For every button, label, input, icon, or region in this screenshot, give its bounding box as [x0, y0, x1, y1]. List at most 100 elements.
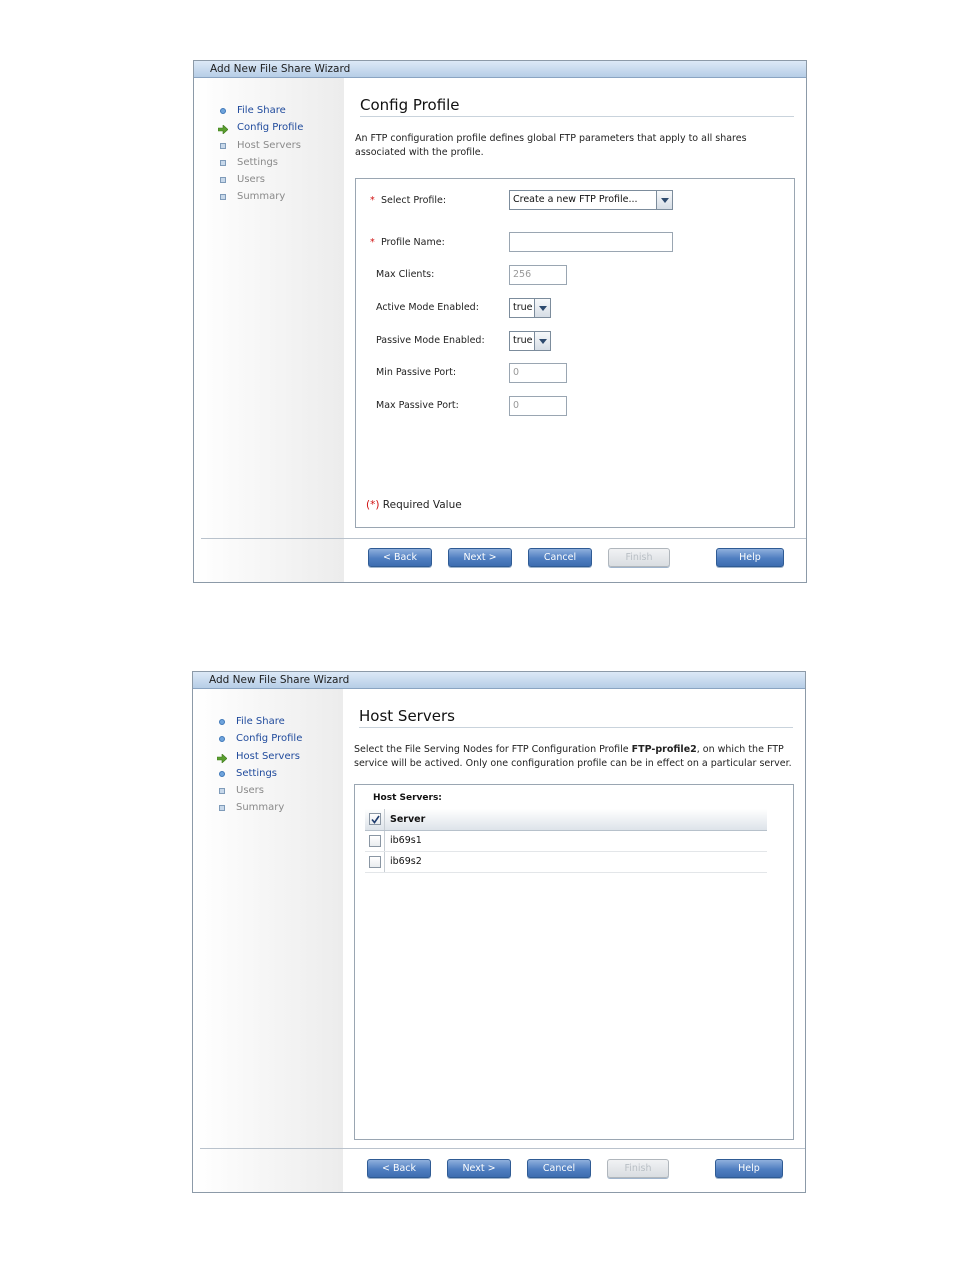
- wizard-title: Add New File Share Wizard: [194, 61, 806, 78]
- server-table: Server ib69s1 ib69s2: [365, 809, 767, 873]
- chevron-down-icon[interactable]: [534, 331, 551, 351]
- wizard-content: Config Profile An FTP configuration prof…: [345, 78, 806, 582]
- step-summary: Summary: [217, 799, 302, 816]
- step-label: Host Servers: [236, 750, 300, 762]
- host-servers-wizard: Add New File Share Wizard File Share Con…: [192, 671, 806, 1193]
- passive-mode-dropdown[interactable]: true: [509, 331, 551, 351]
- description-text: Select the File Serving Nodes for FTP Co…: [354, 744, 632, 755]
- row-checkbox-cell: [365, 852, 385, 872]
- table-row[interactable]: ib69s2: [365, 852, 767, 873]
- step-users: Users: [218, 171, 303, 188]
- max-passive-port-input[interactable]: 0: [509, 396, 567, 416]
- back-button[interactable]: < Back: [368, 548, 432, 567]
- wizard-steps: File Share Config Profile Host Servers S…: [217, 102, 304, 206]
- cancel-button[interactable]: Cancel: [527, 1159, 591, 1178]
- dot-icon: [220, 108, 226, 114]
- max-clients-label: Max Clients:: [376, 269, 435, 280]
- next-button[interactable]: Next >: [447, 1159, 511, 1178]
- step-label: Summary: [237, 191, 286, 203]
- profile-name-label: Profile Name:: [381, 237, 445, 248]
- wizard-title: Add New File Share Wizard: [193, 672, 805, 689]
- select-profile-dropdown[interactable]: Create a new FTP Profile...: [509, 190, 673, 210]
- step-config-profile[interactable]: Config Profile: [217, 119, 304, 136]
- active-mode-label: Active Mode Enabled:: [376, 302, 479, 313]
- square-icon: [220, 142, 226, 149]
- step-settings[interactable]: Settings: [217, 765, 302, 782]
- step-config-profile[interactable]: Config Profile: [217, 730, 302, 747]
- chevron-down-icon[interactable]: [534, 298, 551, 318]
- profile-name-input[interactable]: [509, 232, 673, 252]
- step-label: Users: [236, 785, 265, 797]
- required-text: Required Value: [382, 499, 462, 511]
- finish-button: Finish: [608, 548, 670, 567]
- step-summary: Summary: [218, 188, 303, 205]
- step-label: Config Profile: [237, 122, 304, 134]
- step-label: File Share: [237, 105, 286, 116]
- wizard-steps-sidebar: File Share Config Profile Host Servers S…: [193, 689, 343, 1192]
- select-profile-value: Create a new FTP Profile...: [513, 194, 638, 205]
- required-marker: (*): [366, 499, 380, 511]
- cancel-button[interactable]: Cancel: [528, 548, 592, 567]
- footer-divider: [200, 1148, 805, 1149]
- square-icon: [220, 194, 226, 201]
- step-file-share[interactable]: File Share: [218, 102, 303, 119]
- profile-name-row: * Profile Name:: [370, 236, 445, 250]
- page-description: Select the File Serving Nodes for FTP Co…: [354, 743, 794, 771]
- header-checkbox-cell: [365, 809, 385, 830]
- max-clients-input[interactable]: 256: [509, 265, 567, 285]
- server-name: ib69s2: [390, 856, 422, 867]
- host-servers-label: Host Servers:: [373, 793, 442, 803]
- row-checkbox-cell: [365, 831, 385, 851]
- square-icon: [220, 159, 226, 166]
- help-button[interactable]: Help: [715, 1159, 783, 1178]
- step-host-servers[interactable]: Host Servers: [216, 748, 302, 765]
- square-icon: [219, 788, 225, 795]
- wizard-content: Host Servers Select the File Serving Nod…: [344, 689, 805, 1192]
- square-icon: [219, 805, 225, 812]
- config-profile-wizard: Add New File Share Wizard File Share Con…: [193, 60, 807, 583]
- footer-divider: [201, 538, 806, 539]
- step-users: Users: [217, 782, 302, 799]
- active-mode-dropdown[interactable]: true: [509, 298, 551, 318]
- table-row[interactable]: ib69s1: [365, 831, 767, 852]
- wizard-steps: File Share Config Profile Host Servers S…: [216, 713, 302, 817]
- chevron-down-icon[interactable]: [656, 190, 673, 210]
- dot-icon: [219, 770, 225, 777]
- step-label: Config Profile: [236, 733, 303, 745]
- back-button[interactable]: < Back: [367, 1159, 431, 1178]
- help-button[interactable]: Help: [716, 548, 784, 567]
- wizard-steps-sidebar: File Share Config Profile Host Servers S…: [194, 78, 344, 582]
- select-profile-row: * Select Profile:: [370, 194, 446, 208]
- step-label: Host Servers: [237, 139, 301, 151]
- dot-icon: [219, 719, 225, 725]
- step-label: Summary: [236, 802, 285, 814]
- step-label: File Share: [236, 716, 285, 727]
- passive-mode-value: true: [513, 335, 533, 346]
- profile-name: FTP-profile2: [631, 744, 697, 755]
- row-checkbox[interactable]: [369, 856, 381, 868]
- step-host-servers: Host Servers: [218, 137, 303, 154]
- page-title: Config Profile: [360, 96, 794, 117]
- select-profile-label: Select Profile:: [381, 195, 447, 206]
- profile-form-panel: * Select Profile: Create a new FTP Profil…: [355, 178, 795, 528]
- row-checkbox[interactable]: [369, 835, 381, 847]
- required-legend: (*) Required Value: [366, 499, 462, 511]
- select-all-checkbox[interactable]: [369, 813, 381, 825]
- step-label: Settings: [236, 767, 278, 779]
- step-settings: Settings: [218, 154, 303, 171]
- step-label: Users: [237, 174, 266, 186]
- arrow-icon: [217, 123, 229, 135]
- max-passive-port-label: Max Passive Port:: [376, 400, 459, 411]
- next-button[interactable]: Next >: [448, 548, 512, 567]
- min-passive-port-label: Min Passive Port:: [376, 367, 457, 378]
- square-icon: [220, 177, 226, 184]
- required-star: *: [370, 195, 375, 206]
- arrow-icon: [216, 752, 228, 764]
- step-file-share[interactable]: File Share: [217, 713, 302, 730]
- dot-icon: [219, 736, 225, 743]
- min-passive-port-input[interactable]: 0: [509, 363, 567, 383]
- finish-button: Finish: [607, 1159, 669, 1178]
- server-column-header[interactable]: Server: [390, 809, 425, 830]
- host-servers-panel: Host Servers: Server ib69s1 ib69s2: [354, 784, 794, 1140]
- required-star: *: [370, 237, 375, 248]
